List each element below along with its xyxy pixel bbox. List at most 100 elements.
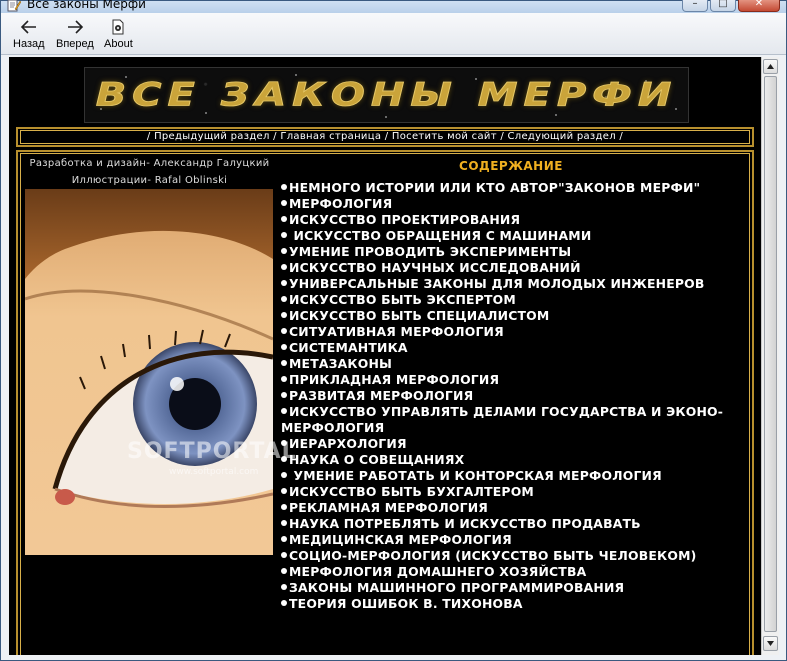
toc-link[interactable]: ИСКУССТВО БЫТЬ СПЕЦИАЛИСТОМ: [289, 308, 549, 323]
toc-item[interactable]: ИСКУССТВО БЫТЬ СПЕЦИАЛИСТОМ: [281, 308, 751, 324]
back-label: Назад: [13, 38, 45, 50]
toc-item[interactable]: ИСКУССТВО НАУЧНЫХ ИССЛЕДОВАНИЙ: [281, 260, 751, 276]
toc-link[interactable]: ИСКУССТВО УПРАВЛЯТЬ ДЕЛАМИ ГОСУДАРСТВА И…: [281, 404, 723, 435]
toc-item[interactable]: ИСКУССТВО ПРОЕКТИРОВАНИЯ: [281, 212, 751, 228]
toc-item[interactable]: НЕМНОГО ИСТОРИИ ИЛИ КТО АВТОР"ЗАКОНОВ МЕ…: [281, 180, 751, 196]
toc-link[interactable]: МЕРФОЛОГИЯ ДОМАШНЕГО ХОЗЯЙСТВА: [289, 564, 586, 579]
bullet-icon: [281, 248, 287, 254]
nav-prev-link[interactable]: Предыдущий раздел: [154, 131, 270, 142]
arrow-right-icon: [67, 20, 84, 34]
bullet-icon: [281, 200, 287, 206]
toc-link[interactable]: НЕМНОГО ИСТОРИИ ИЛИ КТО АВТОР"ЗАКОНОВ МЕ…: [289, 180, 700, 195]
scroll-down-button[interactable]: [763, 636, 778, 651]
toc-item[interactable]: МЕРФОЛОГИЯ ДОМАШНЕГО ХОЗЯЙСТВА: [281, 564, 751, 580]
toc-title: СОДЕРЖАНИЕ: [459, 159, 563, 173]
minimize-button[interactable]: –: [682, 0, 708, 12]
bullet-icon: [281, 264, 287, 270]
bullet-icon: [281, 472, 287, 478]
back-button[interactable]: Назад: [13, 19, 45, 53]
credits: Разработка и дизайн- Александр Галуцкий …: [22, 155, 277, 189]
toc-item[interactable]: ИСКУССТВО БЫТЬ ЭКСПЕРТОМ: [281, 292, 751, 308]
title-banner: ВСЕ ЗАКОНЫ МЕРФИ: [84, 67, 689, 123]
toc-item[interactable]: РАЗВИТАЯ МЕРФОЛОГИЯ: [281, 388, 751, 404]
toc-item[interactable]: МЕДИЦИНСКАЯ МЕРФОЛОГИЯ: [281, 532, 751, 548]
toc-item[interactable]: ПРИКЛАДНАЯ МЕРФОЛОГИЯ: [281, 372, 751, 388]
toc-item[interactable]: УМЕНИЕ ПРОВОДИТЬ ЭКСПЕРИМЕНТЫ: [281, 244, 751, 260]
toc-item[interactable]: РЕКЛАМНАЯ МЕРФОЛОГИЯ: [281, 500, 751, 516]
toc-item[interactable]: ЗАКОНЫ МАШИННОГО ПРОГРАММИРОВАНИЯ: [281, 580, 751, 596]
bullet-icon: [281, 440, 287, 446]
banner-title: ВСЕ ЗАКОНЫ МЕРФИ: [95, 76, 678, 114]
softportal-watermark-url: www.softportal.com: [169, 467, 259, 477]
bullet-icon: [281, 552, 287, 558]
bullet-icon: [281, 216, 287, 222]
bullet-icon: [281, 328, 287, 334]
toc-item[interactable]: УНИВЕРСАЛЬНЫЕ ЗАКОНЫ ДЛЯ МОЛОДЫХ ИНЖЕНЕР…: [281, 276, 751, 292]
toc-link[interactable]: СИТУАТИВНАЯ МЕРФОЛОГИЯ: [289, 324, 504, 339]
bullet-icon: [281, 392, 287, 398]
toc-link[interactable]: МЕТАЗАКОНЫ: [289, 356, 392, 371]
bullet-icon: [281, 312, 287, 318]
toc-item[interactable]: ИЕРАРХОЛОГИЯ: [281, 436, 751, 452]
toc-link[interactable]: СИСТЕМАНТИКА: [289, 340, 408, 355]
scroll-up-button[interactable]: [763, 59, 778, 74]
bullet-icon: [281, 344, 287, 350]
toc-link[interactable]: УМЕНИЕ ПРОВОДИТЬ ЭКСПЕРИМЕНТЫ: [289, 244, 571, 259]
toc-item[interactable]: СОЦИО-МЕРФОЛОГИЯ (ИСКУССТВО БЫТЬ ЧЕЛОВЕК…: [281, 548, 751, 564]
nav-next-link[interactable]: Следующий раздел: [507, 131, 615, 142]
nav-separator: /: [146, 131, 151, 142]
softportal-watermark: SOFTPORTAL: [127, 439, 297, 464]
toc-item[interactable]: НАУКА ПОТРЕБЛЯТЬ И ИСКУССТВО ПРОДАВАТЬ: [281, 516, 751, 532]
forward-label: Вперед: [56, 38, 94, 50]
toc-link[interactable]: УМЕНИЕ РАБОТАТЬ И КОНТОРСКАЯ МЕРФОЛОГИЯ: [289, 468, 662, 483]
toc-item[interactable]: НАУКА О СОВЕЩАНИЯХ: [281, 452, 751, 468]
close-button[interactable]: ✕: [738, 0, 780, 12]
toc-link[interactable]: НАУКА ПОТРЕБЛЯТЬ И ИСКУССТВО ПРОДАВАТЬ: [289, 516, 641, 531]
bullet-icon: [281, 568, 287, 574]
toc-link[interactable]: РЕКЛАМНАЯ МЕРФОЛОГИЯ: [289, 500, 488, 515]
bullet-icon: [281, 360, 287, 366]
toc-item[interactable]: ТЕОРИЯ ОШИБОК В. ТИХОНОВА: [281, 596, 751, 612]
toc-link[interactable]: СОЦИО-МЕРФОЛОГИЯ (ИСКУССТВО БЫТЬ ЧЕЛОВЕК…: [289, 548, 697, 563]
toc-link[interactable]: НАУКА О СОВЕЩАНИЯХ: [289, 452, 464, 467]
toc-link[interactable]: МЕДИЦИНСКАЯ МЕРФОЛОГИЯ: [289, 532, 512, 547]
toc-link[interactable]: ЗАКОНЫ МАШИННОГО ПРОГРАММИРОВАНИЯ: [289, 580, 624, 595]
toc-item[interactable]: ИСКУССТВО ОБРАЩЕНИЯ С МАШИНАМИ: [281, 228, 751, 244]
bullet-icon: [281, 296, 287, 302]
window-controls: – □ ✕: [682, 0, 780, 12]
bullet-icon: [281, 408, 287, 414]
triangle-up-icon: [767, 64, 774, 69]
toc-item[interactable]: ИСКУССТВО УПРАВЛЯТЬ ДЕЛАМИ ГОСУДАРСТВА И…: [281, 404, 741, 436]
about-button[interactable]: About: [104, 19, 133, 53]
toc-list: НЕМНОГО ИСТОРИИ ИЛИ КТО АВТОР"ЗАКОНОВ МЕ…: [281, 180, 751, 612]
maximize-button[interactable]: □: [710, 0, 736, 12]
title-bar[interactable]: Все законы Мерфи – □ ✕: [1, 0, 786, 13]
toc-item[interactable]: МЕРФОЛОГИЯ: [281, 196, 751, 212]
forward-button[interactable]: Вперед: [56, 19, 94, 53]
bullet-icon: [281, 536, 287, 542]
vertical-scrollbar[interactable]: [761, 57, 779, 655]
toc-item[interactable]: ИСКУССТВО БЫТЬ БУХГАЛТЕРОМ: [281, 484, 751, 500]
scroll-thumb[interactable]: [764, 76, 777, 632]
toc-link[interactable]: ИСКУССТВО ОБРАЩЕНИЯ С МАШИНАМИ: [289, 228, 592, 243]
toc-link[interactable]: ИСКУССТВО ПРОЕКТИРОВАНИЯ: [289, 212, 520, 227]
toc-link[interactable]: МЕРФОЛОГИЯ: [289, 196, 392, 211]
nav-home-link[interactable]: Главная страница: [280, 131, 381, 142]
toc-link[interactable]: ПРИКЛАДНАЯ МЕРФОЛОГИЯ: [289, 372, 499, 387]
toc-link[interactable]: ИСКУССТВО БЫТЬ БУХГАЛТЕРОМ: [289, 484, 534, 499]
toc-link[interactable]: ИЕРАРХОЛОГИЯ: [289, 436, 407, 451]
nav-visit-link[interactable]: Посетить мой сайт: [392, 131, 497, 142]
toc-item[interactable]: СИТУАТИВНАЯ МЕРФОЛОГИЯ: [281, 324, 751, 340]
nav-separator: /: [384, 131, 389, 142]
toc-link[interactable]: РАЗВИТАЯ МЕРФОЛОГИЯ: [289, 388, 473, 403]
nav-separator: /: [619, 131, 624, 142]
content-viewport: ВСЕ ЗАКОНЫ МЕРФИ / Предыдущий раздел / Г…: [9, 57, 761, 655]
toc-link[interactable]: ТЕОРИЯ ОШИБОК В. ТИХОНОВА: [289, 596, 523, 611]
toc-item[interactable]: УМЕНИЕ РАБОТАТЬ И КОНТОРСКАЯ МЕРФОЛОГИЯ: [281, 468, 751, 484]
toc-link[interactable]: ИСКУССТВО НАУЧНЫХ ИССЛЕДОВАНИЙ: [289, 260, 581, 275]
toc-link[interactable]: ИСКУССТВО БЫТЬ ЭКСПЕРТОМ: [289, 292, 516, 307]
toc-item[interactable]: МЕТАЗАКОНЫ: [281, 356, 751, 372]
bullet-icon: [281, 456, 287, 462]
toc-item[interactable]: СИСТЕМАНТИКА: [281, 340, 751, 356]
toc-link[interactable]: УНИВЕРСАЛЬНЫЕ ЗАКОНЫ ДЛЯ МОЛОДЫХ ИНЖЕНЕР…: [289, 276, 705, 291]
